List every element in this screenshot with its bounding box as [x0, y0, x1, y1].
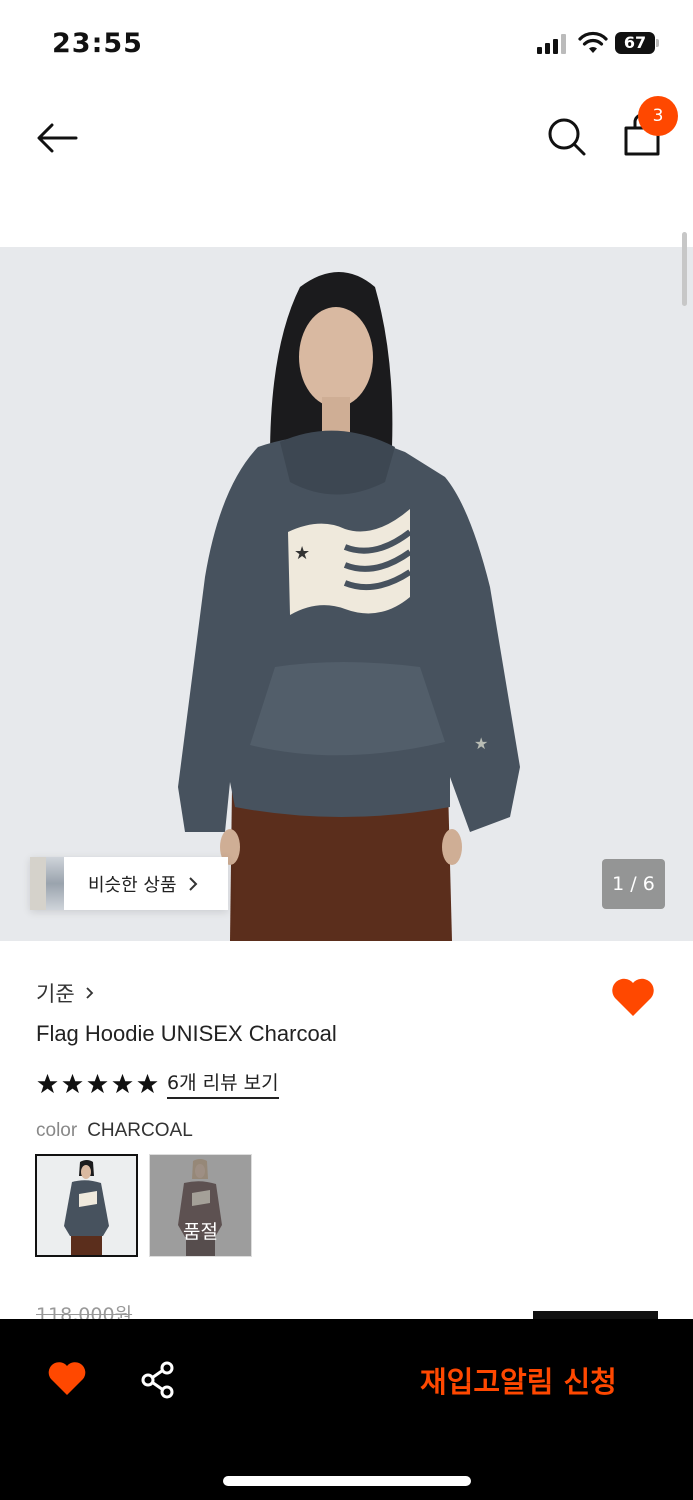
chevron-right-icon [86, 987, 93, 999]
view-reviews-link[interactable]: 6개 리뷰 보기 [167, 1068, 279, 1099]
cart-count-badge: 3 [638, 96, 678, 136]
star-icon [137, 1073, 158, 1093]
similar-products-label: 비슷한 상품 [88, 874, 177, 896]
brand-name: 기준 [36, 982, 75, 1006]
star-icon [87, 1073, 108, 1093]
swatch-photo [64, 1160, 109, 1255]
star-icon [62, 1073, 83, 1093]
bottom-action-bar: 재입고알림 신청 [0, 1319, 693, 1500]
status-bar: 23:55 67 [0, 0, 693, 90]
signal-icon [537, 34, 569, 54]
star-icon [37, 1073, 58, 1093]
color-row: color CHARCOAL [36, 1120, 193, 1142]
similar-products-thumbnail [30, 857, 66, 910]
search-icon[interactable] [546, 116, 588, 158]
heart-icon[interactable] [610, 976, 656, 1018]
heart-icon[interactable] [47, 1361, 87, 1397]
status-time: 23:55 [52, 28, 143, 59]
scroll-indicator [682, 232, 687, 306]
star-rating [36, 1073, 159, 1095]
brand-link[interactable]: 기준 [36, 978, 95, 1008]
share-icon[interactable] [140, 1361, 176, 1399]
top-nav: 3 [0, 90, 693, 200]
product-name: Flag Hoodie UNISEX Charcoal [36, 1021, 337, 1046]
restock-alert-button[interactable]: 재입고알림 신청 [420, 1359, 617, 1401]
color-value: CHARCOAL [87, 1120, 193, 1141]
image-page-indicator: 1 / 6 [602, 859, 665, 909]
svg-text:★: ★ [294, 543, 310, 564]
battery-level: 67 [623, 33, 647, 52]
back-arrow-icon[interactable] [34, 118, 80, 158]
product-photo: ★ ★ [178, 272, 520, 941]
soldout-label: 품절 [183, 1221, 218, 1243]
similar-products-button[interactable]: 비슷한 상품 [30, 857, 228, 910]
battery-icon: 67 [615, 32, 659, 54]
chevron-right-icon [188, 876, 197, 891]
svg-text:★: ★ [474, 734, 488, 753]
wifi-icon [578, 31, 608, 53]
rating-row: 6개 리뷰 보기 [36, 1068, 279, 1099]
product-image[interactable]: ★ ★ [0, 247, 693, 941]
color-swatch-charcoal[interactable] [35, 1154, 138, 1257]
home-indicator[interactable] [223, 1476, 471, 1486]
color-label: color [36, 1120, 78, 1141]
star-icon [112, 1073, 133, 1093]
color-swatch-soldout[interactable]: 품절 [149, 1154, 252, 1257]
